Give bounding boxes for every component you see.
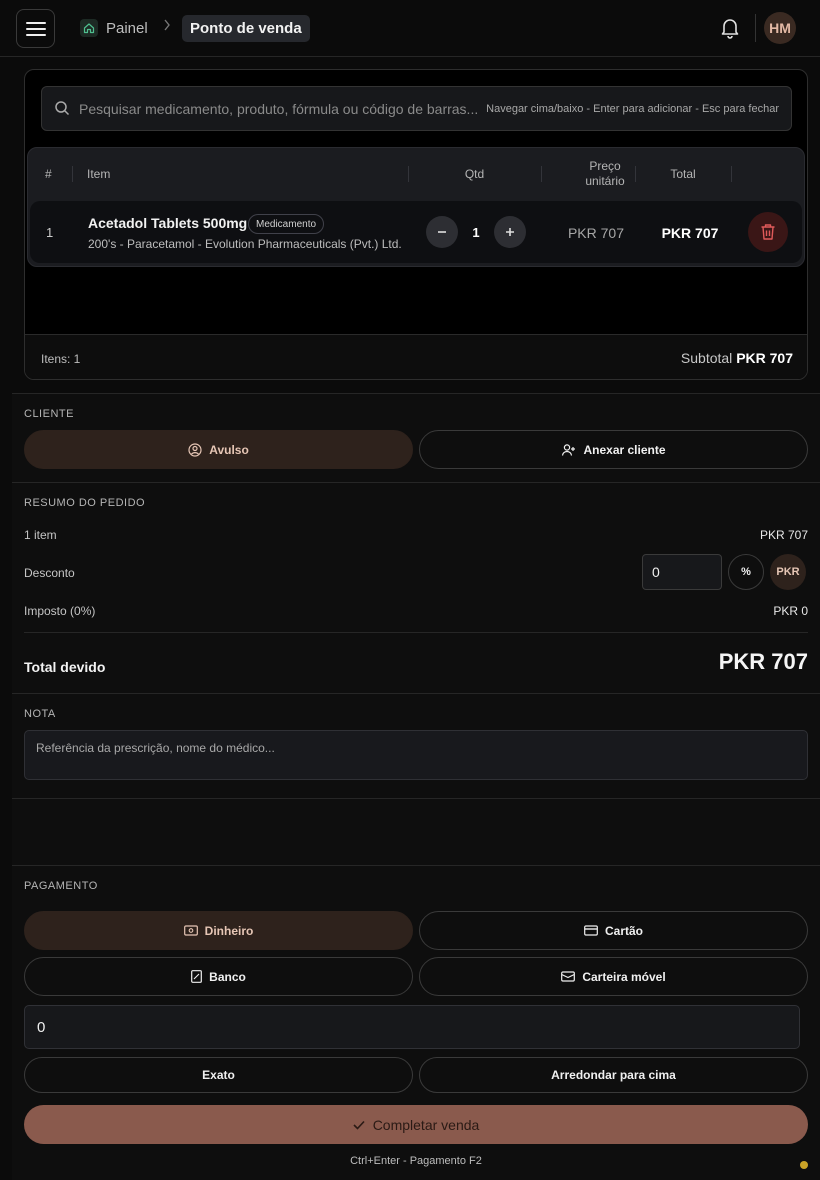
total-due-label: Total devido: [24, 659, 106, 675]
items-count: Itens: 1: [41, 352, 81, 366]
row-number: 1: [46, 225, 54, 240]
column-header-unit-price: Preço unitário: [585, 159, 625, 188]
trash-icon: [761, 224, 775, 240]
breadcrumb-home-label: Painel: [106, 19, 148, 37]
discount-currency-toggle[interactable]: PKR: [770, 554, 806, 590]
column-header-num: #: [45, 167, 52, 181]
payment-section-label: PAGAMENTO: [24, 880, 98, 892]
exact-amount-button[interactable]: Exato: [24, 1057, 413, 1093]
search-hint: Navegar cima/baixo - Enter para adiciona…: [486, 103, 779, 115]
top-bar: Painel Ponto de venda HM: [0, 0, 820, 57]
customer-section-label: CLIENTE: [24, 408, 74, 420]
checkout-panel: CLIENTE Avulso Anexar cliente RESUMO DO …: [12, 393, 820, 1180]
payment-method-cash[interactable]: Dinheiro: [24, 911, 413, 950]
item-name: Acetadol Tablets 500mg: [88, 215, 248, 231]
search-placeholder: Pesquisar medicamento, produto, fórmula …: [79, 101, 479, 117]
item-description: 200's - Paracetamol - Evolution Pharmace…: [88, 237, 402, 251]
breadcrumb-home[interactable]: Painel: [80, 16, 148, 40]
avatar[interactable]: HM: [764, 12, 796, 44]
search-icon: [54, 100, 70, 116]
cash-icon: [183, 925, 198, 936]
unit-price: PKR 707: [567, 225, 625, 241]
divider: [24, 632, 808, 633]
payment-method-mobile-wallet[interactable]: Carteira móvel: [419, 957, 808, 996]
keyboard-shortcuts-hint: Ctrl+Enter - Pagamento F2: [350, 1155, 482, 1167]
user-circle-icon: [188, 442, 202, 457]
credit-card-icon: [584, 925, 598, 936]
home-icon: [80, 19, 98, 37]
bank-label: Banco: [209, 969, 246, 984]
payment-method-bank[interactable]: Banco: [24, 957, 413, 996]
mobile-wallet-label: Carteira móvel: [582, 969, 666, 984]
increase-quantity-button[interactable]: [494, 216, 526, 248]
divider: [12, 865, 820, 866]
table-row[interactable]: 1 Acetadol Tablets 500mg Medicamento 200…: [30, 201, 802, 263]
column-header-item: Item: [87, 167, 111, 181]
status-badge: Medicamento: [248, 214, 325, 234]
complete-sale-label: Completar venda: [372, 1116, 480, 1133]
card-label: Cartão: [604, 923, 643, 938]
discount-percent-toggle[interactable]: %: [728, 554, 764, 590]
cart-table: # Item Qtd Preço unitário Total 1 Acetad…: [27, 147, 805, 267]
summary-section-label: RESUMO DO PEDIDO: [24, 497, 146, 509]
summary-items-label: 1 item: [24, 528, 57, 542]
cart-panel: Pesquisar medicamento, produto, fórmula …: [24, 69, 808, 380]
summary-items-value: PKR 707: [759, 528, 808, 542]
bank-icon: [191, 970, 203, 983]
note-section-label: NOTA: [24, 708, 56, 720]
status-dot: [800, 1161, 808, 1169]
discount-input[interactable]: 0: [642, 554, 722, 590]
subtotal-label: Subtotal: [680, 350, 733, 366]
chevron-right-icon: [163, 19, 171, 31]
hamburger-icon: [25, 21, 46, 36]
tax-value: PKR 0: [773, 604, 808, 618]
column-header-qty: Qtd: [464, 167, 485, 181]
breadcrumb-current: Ponto de venda: [182, 15, 310, 42]
total-due-value: PKR 707: [718, 649, 808, 674]
attach-customer-button[interactable]: Anexar cliente: [419, 430, 808, 469]
quantity-value: 1: [472, 225, 480, 240]
search-input[interactable]: Pesquisar medicamento, produto, fórmula …: [41, 86, 792, 131]
divider: [12, 798, 820, 799]
payment-method-card[interactable]: Cartão: [419, 911, 808, 950]
decrease-quantity-button[interactable]: [426, 216, 458, 248]
user-plus-icon: [562, 443, 576, 456]
divider: [12, 482, 820, 483]
round-up-button[interactable]: Arredondar para cima: [419, 1057, 808, 1093]
tax-label: Imposto (0%): [24, 604, 96, 618]
subtotal-value: PKR 707: [736, 350, 793, 366]
attach-customer-label: Anexar cliente: [583, 442, 666, 457]
cash-label: Dinheiro: [204, 923, 254, 938]
header-divider: [755, 14, 756, 42]
bell-icon[interactable]: [720, 17, 740, 39]
subtotal: Subtotal PKR 707: [681, 350, 793, 366]
amount-tendered-input[interactable]: 0: [24, 1005, 800, 1049]
wallet-icon: [561, 971, 576, 982]
line-total: PKR 707: [661, 225, 719, 241]
minus-icon: [438, 231, 446, 233]
cart-footer: Itens: 1 Subtotal PKR 707: [25, 334, 807, 379]
menu-button[interactable]: [16, 9, 55, 48]
walk-in-label: Avulso: [209, 442, 249, 457]
delete-item-button[interactable]: [748, 212, 788, 252]
complete-sale-button[interactable]: Completar venda: [24, 1105, 808, 1144]
divider: [12, 693, 820, 694]
column-header-total: Total: [670, 167, 696, 181]
note-input[interactable]: Referência da prescrição, nome do médico…: [24, 730, 808, 780]
discount-label: Desconto: [24, 566, 75, 580]
walk-in-customer-button[interactable]: Avulso: [24, 430, 413, 469]
plus-icon: [506, 228, 514, 236]
check-icon: [353, 1120, 365, 1130]
